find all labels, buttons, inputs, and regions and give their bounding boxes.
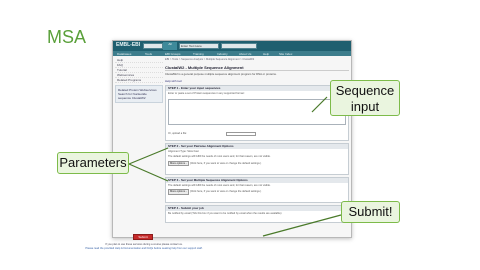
callout-sequence-input: Sequence input <box>330 80 400 116</box>
tab-ebi-groups[interactable]: EBI Groups <box>165 52 181 56</box>
search-input-1[interactable] <box>143 43 163 49</box>
tab-training[interactable]: Training <box>193 52 204 56</box>
site-header: EMBL-EBI All Enter Text Here <box>113 41 351 51</box>
step3-hint: (Click here, if you want to view or chan… <box>189 190 262 194</box>
site-logo: EMBL-EBI <box>116 42 141 48</box>
callout-submit: Submit! <box>341 201 400 223</box>
search-field[interactable]: Enter Text Here <box>179 43 219 49</box>
step2-hint: (Click here, if you want to view or chan… <box>189 161 262 165</box>
submit-button[interactable]: Submit <box>133 234 153 240</box>
email-notify-checkbox[interactable]: Be notified by email (Tick this box if y… <box>166 211 348 216</box>
tab-about-us[interactable]: About Us <box>239 52 251 56</box>
slide-title: MSA <box>47 27 87 47</box>
step2-more-options-button[interactable]: More options... <box>168 160 190 167</box>
step4-panel: STEP 4 - Submit your job Be notified by … <box>165 205 349 223</box>
step3-more-options-button[interactable]: More options... <box>168 189 190 195</box>
step1-instruction: Enter or paste a set of Protein sequence… <box>168 92 245 95</box>
callout-parameters: Parameters <box>57 152 129 174</box>
page-title: ClustalW2 - Multiple Sequence Alignment <box>165 64 349 71</box>
tab-industry[interactable]: Industry <box>217 52 228 56</box>
upload-file-input[interactable] <box>226 132 256 136</box>
related-programs-box[interactable]: Related Protein Webservices Search for N… <box>115 85 163 103</box>
browser-screenshot: EMBL-EBI All Enter Text Here Databases T… <box>112 40 352 238</box>
search-field-2[interactable] <box>221 43 257 49</box>
tab-tools[interactable]: Tools <box>145 52 152 56</box>
tab-databases[interactable]: Databases <box>117 52 131 56</box>
tab-site-index[interactable]: Site Index <box>279 52 292 56</box>
tab-help[interactable]: Help <box>263 52 269 56</box>
sidebar: Help FAQ Tutorial Webservices Related Pr… <box>115 58 163 103</box>
sequence-textarea[interactable] <box>168 99 346 125</box>
search-dropdown[interactable]: All <box>163 42 177 50</box>
nav-tabs: Databases Tools EBI Groups Training Indu… <box>113 51 351 56</box>
footer-help-link[interactable]: Please read the provided Help & Document… <box>52 247 236 250</box>
sidebar-item-related[interactable]: Related Programs <box>115 78 163 83</box>
step3-panel: STEP 3 - Set your Multiple Sequence Alig… <box>165 177 349 203</box>
help-link[interactable]: Help with tool <box>165 79 349 83</box>
step2-panel: STEP 2 - Set your Pairwise Alignment Opt… <box>165 143 349 175</box>
upload-label: Or, upload a file: <box>168 132 187 135</box>
breadcrumb[interactable]: EBI > Tools > Sequence Analysis > Multip… <box>165 58 349 62</box>
step1-panel: STEP 1 - Enter your input sequences Ente… <box>165 85 349 141</box>
main-content: EBI > Tools > Sequence Analysis > Multip… <box>165 58 349 83</box>
footer-course-note: If you plan to use these services during… <box>105 243 183 246</box>
intro-text: ClustalW2 is a general purpose multiple … <box>165 72 277 76</box>
